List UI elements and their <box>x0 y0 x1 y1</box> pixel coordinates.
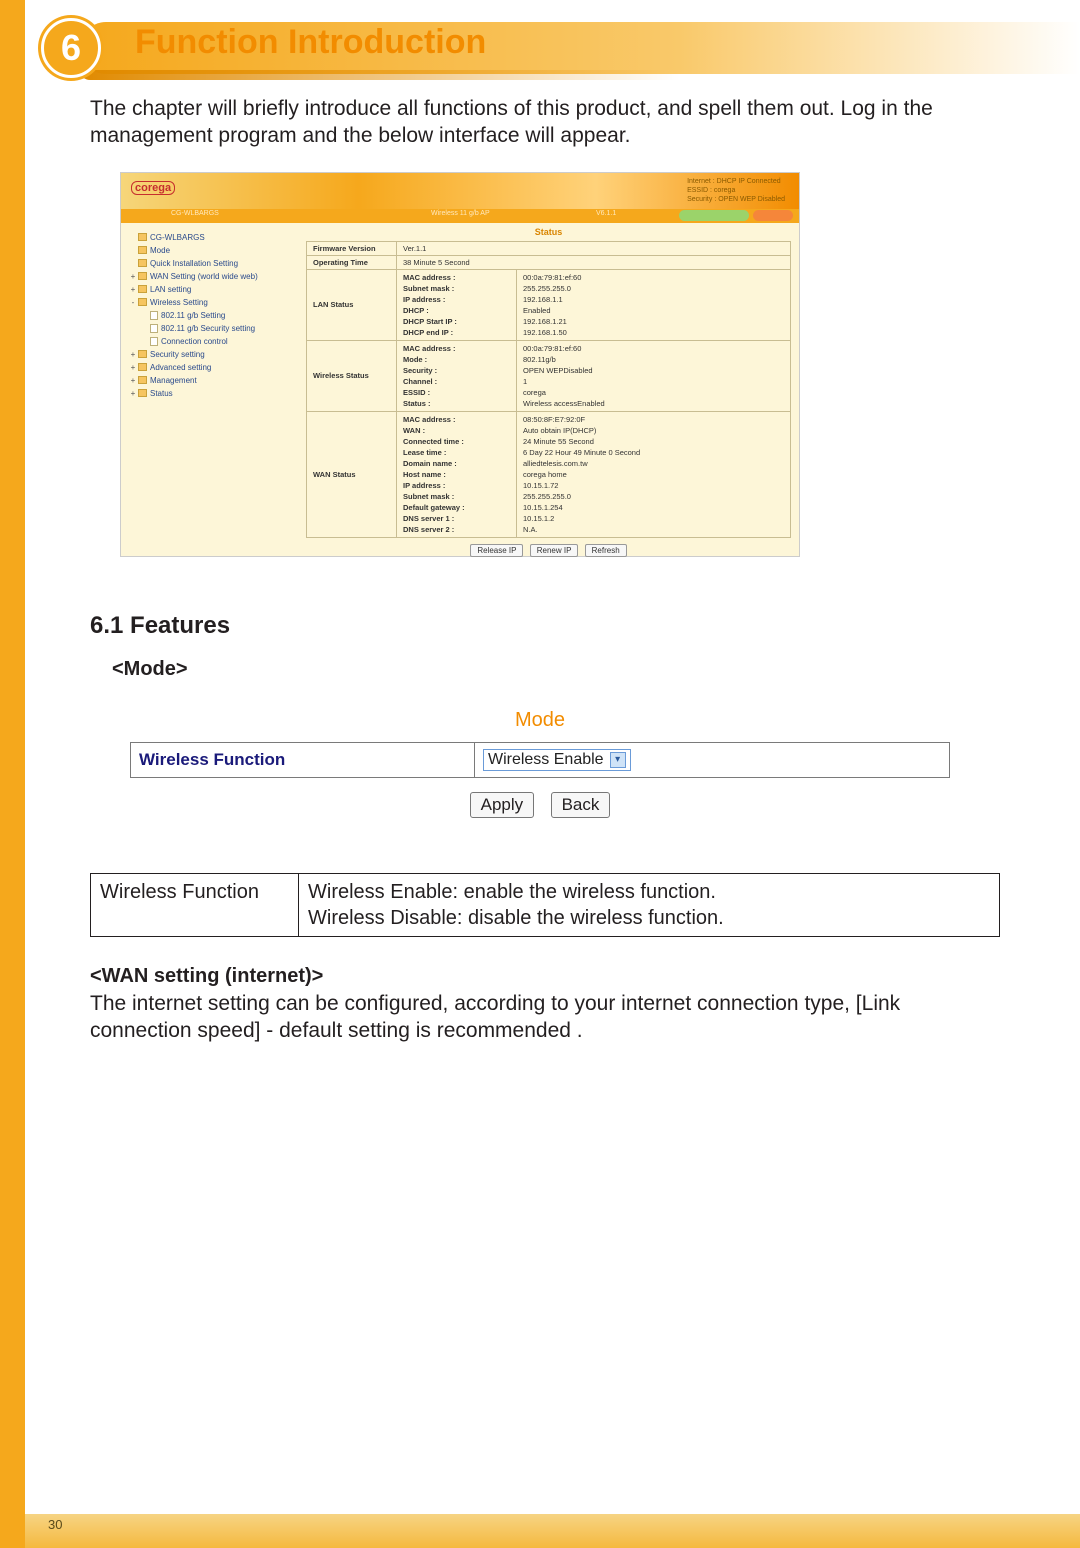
screenshot-nav: CG-WLBARGSModeQuick Installation Setting… <box>129 231 299 400</box>
nav-item[interactable]: +Security setting <box>129 348 299 361</box>
header-status: Internet : DHCP IP Connected ESSID : cor… <box>687 177 785 204</box>
chapter-badge: 6 <box>41 18 101 78</box>
status-screenshot: corega Internet : DHCP IP Connected ESSI… <box>120 172 800 557</box>
refresh-button[interactable]: Refresh <box>585 544 627 557</box>
nav-item[interactable]: +WAN Setting (world wide web) <box>129 270 299 283</box>
wan-text: The internet setting can be configured, … <box>90 990 1000 1045</box>
folder-icon <box>138 246 147 254</box>
screenshot-main-title: Status <box>306 227 791 237</box>
release-ip-button[interactable]: Release IP <box>470 544 523 557</box>
mode-subheading: <Mode> <box>112 658 1000 681</box>
nav-item[interactable]: 802.11 g/b Security setting <box>129 322 299 335</box>
screenshot-header: corega Internet : DHCP IP Connected ESSI… <box>121 173 799 209</box>
status-row-label: WAN Status <box>307 411 397 537</box>
status-vals: 08:50:8F:E7:92:0FAuto obtain IP(DHCP)24 … <box>517 411 791 537</box>
desc-col2: Wireless Enable: enable the wireless fun… <box>299 873 1000 936</box>
nav-item[interactable]: Mode <box>129 244 299 257</box>
chapter-title: Function Introduction <box>135 23 486 62</box>
chevron-down-icon: ▾ <box>610 752 626 768</box>
nav-item[interactable]: +Status <box>129 387 299 400</box>
left-margin-bar <box>0 0 25 1548</box>
folder-icon <box>138 259 147 267</box>
screenshot-button-row: Release IP Renew IP Refresh <box>306 544 791 557</box>
folder-icon <box>150 337 158 346</box>
folder-icon <box>150 311 158 320</box>
features-heading: 6.1 Features <box>90 612 1000 640</box>
page-number: 30 <box>48 1517 62 1532</box>
check-update-pill <box>679 210 749 221</box>
logo: corega <box>131 182 175 194</box>
logout-pill <box>753 210 793 221</box>
folder-icon <box>138 272 147 280</box>
folder-icon <box>138 350 147 358</box>
chapter-header: 6 Function Introduction <box>25 8 1080 86</box>
status-vals: 00:0a:79:81:ef:60802.11g/bOPEN WEPDisabl… <box>517 340 791 411</box>
status-keys: MAC address :Mode :Security :Channel :ES… <box>397 340 517 411</box>
screenshot-tabbar: CG-WLBARGS Wireless 11 g/b AP V6.1.1 <box>121 209 799 223</box>
status-table: Firmware VersionVer.1.1Operating Time38 … <box>306 241 791 538</box>
status-row-label: Wireless Status <box>307 340 397 411</box>
folder-icon <box>138 376 147 384</box>
folder-icon <box>138 233 147 241</box>
intro-text: The chapter will briefly introduce all f… <box>90 95 1000 150</box>
desc-col1: Wireless Function <box>91 873 299 936</box>
folder-icon <box>138 363 147 371</box>
wan-heading: <WAN setting (internet)> <box>90 965 1000 988</box>
nav-item[interactable]: Quick Installation Setting <box>129 257 299 270</box>
nav-item[interactable]: Connection control <box>129 335 299 348</box>
status-row-label: Firmware Version <box>307 241 397 255</box>
nav-item[interactable]: +Management <box>129 374 299 387</box>
status-vals: 00:0a:79:81:ef:60255.255.255.0192.168.1.… <box>517 269 791 340</box>
status-row-label: Operating Time <box>307 255 397 269</box>
mode-panel-title: Mode <box>130 709 950 732</box>
folder-icon <box>150 324 158 333</box>
back-button[interactable]: Back <box>551 792 611 818</box>
status-row-value: 38 Minute 5 Second <box>397 255 791 269</box>
renew-ip-button[interactable]: Renew IP <box>530 544 579 557</box>
nav-item[interactable]: +LAN setting <box>129 283 299 296</box>
nav-item[interactable]: +Advanced setting <box>129 361 299 374</box>
status-row-value: Ver.1.1 <box>397 241 791 255</box>
nav-item[interactable]: -Wireless Setting <box>129 296 299 309</box>
mode-description-table: Wireless Function Wireless Enable: enabl… <box>90 873 1000 937</box>
folder-icon <box>138 389 147 397</box>
wireless-function-select[interactable]: Wireless Enable ▾ <box>483 749 631 771</box>
nav-item[interactable]: 802.11 g/b Setting <box>129 309 299 322</box>
footer-bar <box>25 1514 1080 1548</box>
mode-row-label: Wireless Function <box>131 742 475 777</box>
status-keys: MAC address :Subnet mask :IP address :DH… <box>397 269 517 340</box>
apply-button[interactable]: Apply <box>470 792 535 818</box>
status-row-label: LAN Status <box>307 269 397 340</box>
folder-icon <box>138 285 147 293</box>
folder-icon <box>138 298 147 306</box>
status-keys: MAC address :WAN :Connected time :Lease … <box>397 411 517 537</box>
nav-item[interactable]: CG-WLBARGS <box>129 231 299 244</box>
mode-panel: Mode Wireless Function Wireless Enable ▾… <box>130 709 950 818</box>
